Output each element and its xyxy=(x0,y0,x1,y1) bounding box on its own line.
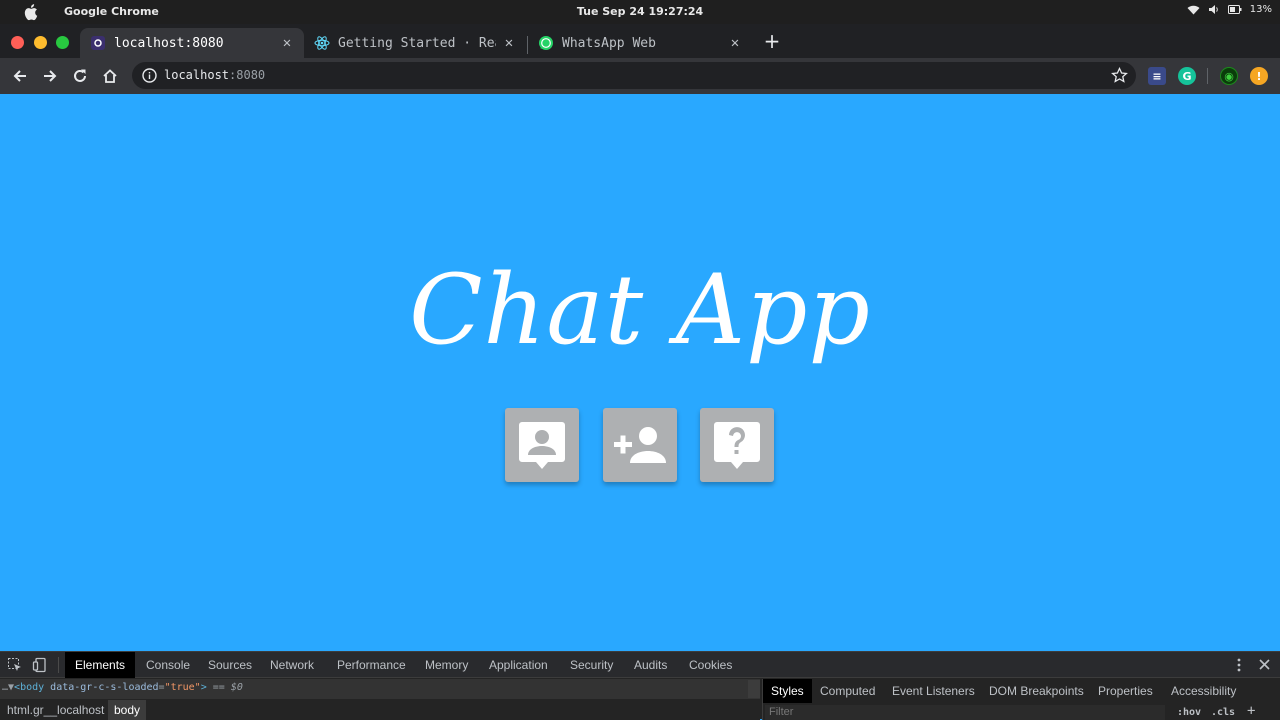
reload-button[interactable] xyxy=(70,66,90,86)
devtools-tab-console[interactable]: Console xyxy=(136,652,200,678)
side-tab-dom-breakpoints[interactable]: DOM Breakpoints xyxy=(981,679,1092,703)
devtools-separator xyxy=(58,657,59,673)
side-tab-properties[interactable]: Properties xyxy=(1090,679,1161,703)
tab-title: localhost:8080 xyxy=(114,35,224,51)
browser-toolbar: localhost:8080 ≡ G ◉ ! xyxy=(0,58,1280,94)
volume-icon[interactable] xyxy=(1208,4,1220,15)
side-tab-accessibility[interactable]: Accessibility xyxy=(1163,679,1244,703)
devtools-tab-audits[interactable]: Audits xyxy=(624,652,677,678)
new-tab-button[interactable]: + xyxy=(762,31,782,51)
side-tab-styles[interactable]: Styles xyxy=(763,679,812,703)
browser-tab-strip: localhost:8080 ✕ Getting Started · React… xyxy=(0,24,1280,58)
new-style-rule-button[interactable]: + xyxy=(1247,703,1255,719)
dom-tree-selected-line[interactable]: …▼<body data-gr-c-s-loaded="true"> == $0 xyxy=(0,679,760,699)
dom-attr-name: data-gr-c-s-loaded xyxy=(44,682,159,693)
close-tab-icon[interactable]: ✕ xyxy=(502,36,516,50)
tab-react-docs[interactable]: Getting Started · React ✕ xyxy=(304,28,526,58)
home-icon xyxy=(103,69,117,83)
hover-state-toggle[interactable]: :hov xyxy=(1177,707,1201,718)
close-tab-icon[interactable]: ✕ xyxy=(728,36,742,50)
styles-filter-input[interactable]: Filter xyxy=(765,705,1165,720)
contact-card-button[interactable] xyxy=(505,408,579,482)
os-menu-bar: Google Chrome Tue Sep 24 19:27:24 13% xyxy=(0,0,1280,24)
dom-tag-open: <body xyxy=(14,682,45,693)
toolbar-separator xyxy=(1207,68,1208,84)
styles-sidebar: Styles Computed Event Listeners DOM Brea… xyxy=(762,679,1280,720)
bookmark-star-icon[interactable] xyxy=(1111,67,1128,84)
devtools-tab-sources[interactable]: Sources xyxy=(198,652,262,678)
back-button[interactable] xyxy=(10,66,30,86)
tab-title: WhatsApp Web xyxy=(562,35,656,51)
breadcrumb-body[interactable]: body xyxy=(108,700,147,720)
dom-selected-marker: == $0 xyxy=(206,682,243,693)
help-button[interactable] xyxy=(700,408,774,482)
minimize-window-button[interactable] xyxy=(34,36,47,49)
system-tray: 13% xyxy=(1187,4,1272,15)
dom-prefix: …▼ xyxy=(2,682,15,693)
inspect-element-icon[interactable] xyxy=(7,657,23,673)
help-icon xyxy=(714,422,760,469)
arrow-right-icon xyxy=(44,70,57,82)
devtools-tab-bar: Elements Console Sources Network Perform… xyxy=(0,652,1280,678)
profile-alert-icon[interactable]: ! xyxy=(1250,67,1268,85)
grammarly-icon[interactable]: G xyxy=(1178,67,1196,85)
side-tab-computed[interactable]: Computed xyxy=(812,679,883,703)
site-info-icon[interactable] xyxy=(142,68,157,83)
breadcrumb: html.gr__localhost body xyxy=(0,700,760,720)
close-tab-icon[interactable]: ✕ xyxy=(280,36,294,50)
vue-icon xyxy=(90,35,106,51)
page-viewport: Chat App xyxy=(0,94,1280,651)
tab-whatsapp[interactable]: WhatsApp Web ✕ xyxy=(528,28,752,58)
more-options-icon[interactable] xyxy=(1232,657,1246,673)
devtools-tab-security[interactable]: Security xyxy=(560,652,623,678)
dom-attr-value: "true" xyxy=(164,682,201,693)
extension-green-icon[interactable]: ◉ xyxy=(1220,67,1238,85)
breadcrumb-html[interactable]: html.gr__localhost xyxy=(1,700,110,720)
class-toggle[interactable]: .cls xyxy=(1211,707,1235,718)
home-button[interactable] xyxy=(100,66,120,86)
wifi-icon[interactable] xyxy=(1187,4,1200,15)
app-title: Chat App xyxy=(409,254,871,366)
tab-title: Getting Started · React xyxy=(338,35,496,51)
add-user-button[interactable] xyxy=(603,408,677,482)
person-add-icon xyxy=(614,427,666,463)
devtools-tab-network[interactable]: Network xyxy=(260,652,324,678)
address-bar[interactable]: localhost:8080 xyxy=(132,62,1136,89)
devtools-tab-memory[interactable]: Memory xyxy=(415,652,478,678)
side-tab-event-listeners[interactable]: Event Listeners xyxy=(884,679,983,703)
close-window-button[interactable] xyxy=(11,36,24,49)
extension-icon[interactable]: ≡ xyxy=(1148,67,1166,85)
maximize-window-button[interactable] xyxy=(56,36,69,49)
arrow-left-icon xyxy=(13,70,26,82)
close-devtools-icon[interactable] xyxy=(1258,658,1271,671)
tab-localhost[interactable]: localhost:8080 ✕ xyxy=(80,28,304,58)
devtools-tab-performance[interactable]: Performance xyxy=(327,652,416,678)
reload-icon xyxy=(74,69,86,82)
device-toolbar-icon[interactable] xyxy=(32,657,48,673)
devtools-panel: Elements Console Sources Network Perform… xyxy=(0,651,1280,720)
dom-scrollbar[interactable] xyxy=(748,680,760,698)
account-box-icon xyxy=(519,422,565,469)
whatsapp-icon xyxy=(538,35,554,51)
react-icon xyxy=(314,35,330,51)
battery-percentage: 13% xyxy=(1249,4,1272,15)
url-text[interactable]: localhost:8080 xyxy=(164,68,265,82)
url-host: localhost xyxy=(164,68,230,82)
devtools-tab-cookies[interactable]: Cookies xyxy=(679,652,742,678)
devtools-tab-elements[interactable]: Elements xyxy=(65,652,136,678)
devtools-tab-application[interactable]: Application xyxy=(479,652,558,678)
url-port: :8080 xyxy=(229,68,266,82)
forward-button[interactable] xyxy=(40,66,60,86)
battery-icon[interactable] xyxy=(1227,5,1242,14)
system-clock[interactable]: Tue Sep 24 19:27:24 xyxy=(0,5,1280,18)
